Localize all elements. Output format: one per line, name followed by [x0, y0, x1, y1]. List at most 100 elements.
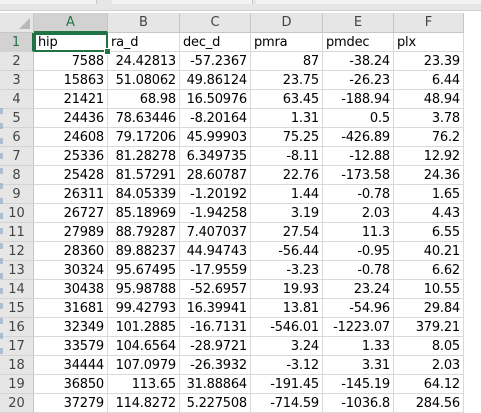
cell-b16[interactable]: 101.2885 [108, 318, 180, 337]
cell-d11[interactable]: 27.54 [251, 223, 323, 242]
cell-f19[interactable]: 64.12 [394, 375, 464, 394]
row-header-3[interactable]: 3 [0, 71, 34, 90]
cell-d17[interactable]: 3.24 [251, 337, 323, 356]
cell-c11[interactable]: 7.407037 [180, 223, 251, 242]
cell-b18[interactable]: 107.0979 [108, 356, 180, 375]
cell-a8[interactable]: 25428 [34, 166, 108, 185]
cell-c15[interactable]: 16.39941 [180, 299, 251, 318]
cell-e8[interactable]: -173.58 [323, 166, 394, 185]
cell-b12[interactable]: 89.88237 [108, 242, 180, 261]
cell-b8[interactable]: 81.57291 [108, 166, 180, 185]
cell-d14[interactable]: 19.93 [251, 280, 323, 299]
cell-b5[interactable]: 78.63446 [108, 109, 180, 128]
cell-a13[interactable]: 30324 [34, 261, 108, 280]
cell-d6[interactable]: 75.25 [251, 128, 323, 147]
cell-a9[interactable]: 26311 [34, 185, 108, 204]
cell-c12[interactable]: 44.94743 [180, 242, 251, 261]
cell-d16[interactable]: -546.01 [251, 318, 323, 337]
cell-e15[interactable]: -54.96 [323, 299, 394, 318]
cell-e3[interactable]: -26.23 [323, 71, 394, 90]
cell-f10[interactable]: 4.43 [394, 204, 464, 223]
row-header-8[interactable]: 8 [0, 166, 34, 185]
column-header-f[interactable]: F [394, 13, 464, 33]
cell-f17[interactable]: 8.05 [394, 337, 464, 356]
cell-c2[interactable]: -57.2367 [180, 52, 251, 71]
cell-a15[interactable]: 31681 [34, 299, 108, 318]
cell-e9[interactable]: -0.78 [323, 185, 394, 204]
cell-a18[interactable]: 34444 [34, 356, 108, 375]
column-header-b[interactable]: B [108, 13, 180, 33]
row-header-4[interactable]: 4 [0, 90, 34, 109]
cell-d2[interactable]: 87 [251, 52, 323, 71]
cell-e6[interactable]: -426.89 [323, 128, 394, 147]
cell-b7[interactable]: 81.28278 [108, 147, 180, 166]
cell-d15[interactable]: 13.81 [251, 299, 323, 318]
cell-c10[interactable]: -1.94258 [180, 204, 251, 223]
cell-d18[interactable]: -3.12 [251, 356, 323, 375]
cell-f9[interactable]: 1.65 [394, 185, 464, 204]
cell-a4[interactable]: 21421 [34, 90, 108, 109]
row-header-14[interactable]: 14 [0, 280, 34, 299]
cell-f13[interactable]: 6.62 [394, 261, 464, 280]
cell-b14[interactable]: 95.98788 [108, 280, 180, 299]
cell-f1[interactable]: plx [394, 33, 464, 52]
cell-f6[interactable]: 76.2 [394, 128, 464, 147]
cell-e19[interactable]: -145.19 [323, 375, 394, 394]
cell-b4[interactable]: 68.98 [108, 90, 180, 109]
cell-d7[interactable]: -8.11 [251, 147, 323, 166]
row-header-11[interactable]: 11 [0, 223, 34, 242]
select-all-button[interactable] [0, 13, 34, 33]
cell-c17[interactable]: -28.9721 [180, 337, 251, 356]
cell-e17[interactable]: 1.33 [323, 337, 394, 356]
cell-e2[interactable]: -38.24 [323, 52, 394, 71]
cell-e16[interactable]: -1223.07 [323, 318, 394, 337]
cell-c1[interactable]: dec_d [180, 33, 251, 52]
cell-c4[interactable]: 16.50976 [180, 90, 251, 109]
row-header-13[interactable]: 13 [0, 261, 34, 280]
cell-b17[interactable]: 104.6564 [108, 337, 180, 356]
cell-e7[interactable]: -12.88 [323, 147, 394, 166]
cell-d9[interactable]: 1.44 [251, 185, 323, 204]
cell-a14[interactable]: 30438 [34, 280, 108, 299]
cell-d19[interactable]: -191.45 [251, 375, 323, 394]
cell-d13[interactable]: -3.23 [251, 261, 323, 280]
cell-d12[interactable]: -56.44 [251, 242, 323, 261]
cell-c5[interactable]: -8.20164 [180, 109, 251, 128]
cell-e14[interactable]: 23.24 [323, 280, 394, 299]
cell-c14[interactable]: -52.6957 [180, 280, 251, 299]
cell-d3[interactable]: 23.75 [251, 71, 323, 90]
cell-f15[interactable]: 29.84 [394, 299, 464, 318]
cell-b1[interactable]: ra_d [108, 33, 180, 52]
cell-e18[interactable]: 3.31 [323, 356, 394, 375]
cell-c6[interactable]: 45.99903 [180, 128, 251, 147]
cell-a6[interactable]: 24608 [34, 128, 108, 147]
cell-b6[interactable]: 79.17206 [108, 128, 180, 147]
row-header-10[interactable]: 10 [0, 204, 34, 223]
cell-c16[interactable]: -16.7131 [180, 318, 251, 337]
cell-c8[interactable]: 28.60787 [180, 166, 251, 185]
row-header-17[interactable]: 17 [0, 337, 34, 356]
cell-a1[interactable]: hip [34, 33, 108, 52]
cell-b9[interactable]: 84.05339 [108, 185, 180, 204]
fill-handle[interactable] [104, 48, 111, 55]
cell-e12[interactable]: -0.95 [323, 242, 394, 261]
cell-a10[interactable]: 26727 [34, 204, 108, 223]
cell-d5[interactable]: 1.31 [251, 109, 323, 128]
cell-b2[interactable]: 24.42813 [108, 52, 180, 71]
column-header-d[interactable]: D [251, 13, 323, 33]
cell-a3[interactable]: 15863 [34, 71, 108, 90]
row-header-18[interactable]: 18 [0, 356, 34, 375]
column-header-e[interactable]: E [323, 13, 394, 33]
cell-e5[interactable]: 0.5 [323, 109, 394, 128]
cell-a5[interactable]: 24436 [34, 109, 108, 128]
cell-a17[interactable]: 33579 [34, 337, 108, 356]
cell-c9[interactable]: -1.20192 [180, 185, 251, 204]
column-header-a[interactable]: A [34, 13, 108, 33]
cell-f3[interactable]: 6.44 [394, 71, 464, 90]
cell-c3[interactable]: 49.86124 [180, 71, 251, 90]
row-header-7[interactable]: 7 [0, 147, 34, 166]
column-header-c[interactable]: C [180, 13, 251, 33]
toolbar-tab[interactable] [256, 0, 481, 4]
cell-d8[interactable]: 22.76 [251, 166, 323, 185]
cell-a2[interactable]: 7588 [34, 52, 108, 71]
